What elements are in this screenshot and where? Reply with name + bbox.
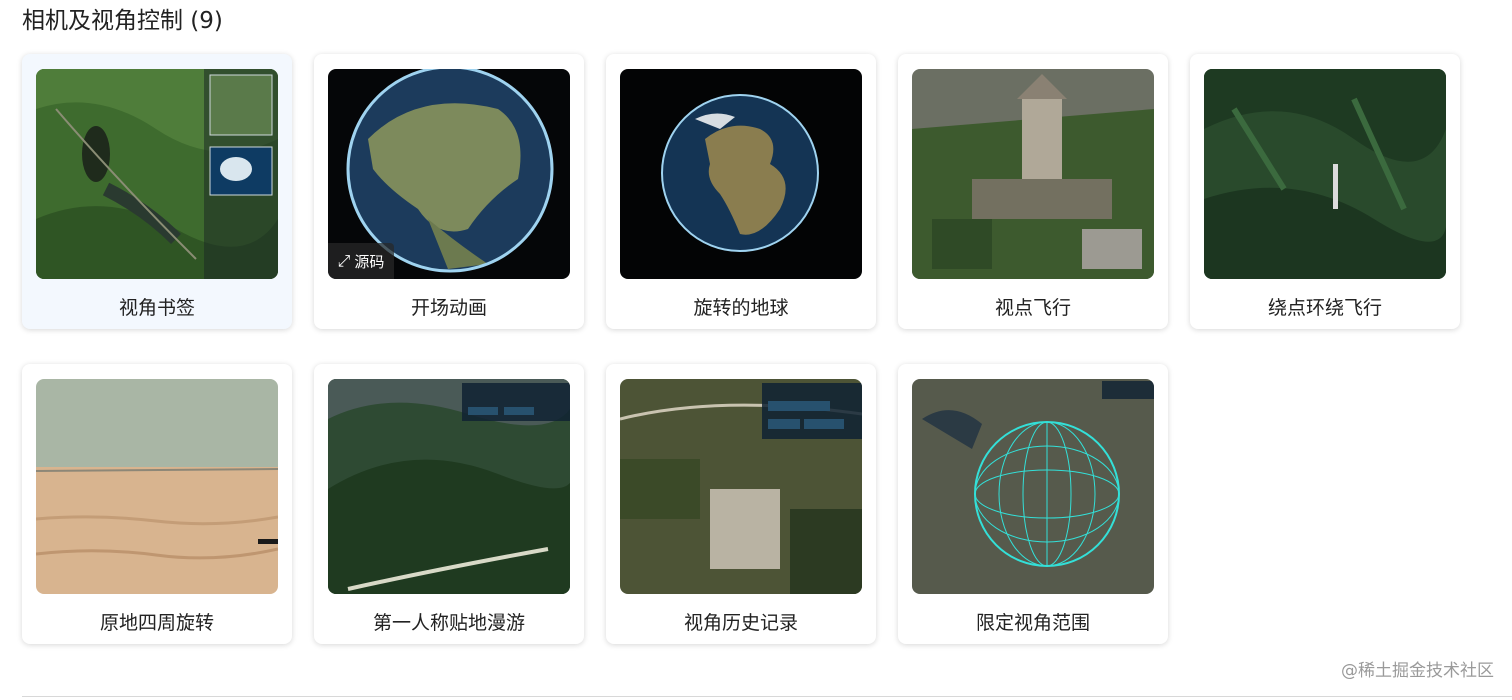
example-thumbnail-first-person-roam (328, 379, 570, 594)
example-label: 第一人称贴地漫游 (372, 612, 525, 634)
example-thumbnail-view-history (620, 379, 862, 594)
bottom-divider (22, 696, 1512, 697)
watermark: @稀土掘金技术社区 (1341, 661, 1494, 681)
example-card-in-place-rotation[interactable]: 原地四周旋转 (22, 364, 292, 644)
example-thumbnail-rotating-earth (620, 69, 862, 279)
example-label: 视角历史记录 (683, 612, 798, 634)
section-title: 相机及视角控制 (9) (22, 8, 223, 34)
example-label: 开场动画 (410, 297, 487, 319)
example-label: 原地四周旋转 (99, 612, 214, 634)
example-card-orbit-flight[interactable]: 绕点环绕飞行 (1190, 54, 1460, 329)
example-thumbnail-viewpoint-flight (912, 69, 1154, 279)
example-card-view-history[interactable]: 视角历史记录 (606, 364, 876, 644)
example-label: 视角书签 (118, 297, 195, 319)
example-label: 视点飞行 (994, 297, 1071, 319)
example-card-limit-view-range[interactable]: 限定视角范围 (898, 364, 1168, 644)
example-thumbnail-orbit-flight (1204, 69, 1446, 279)
example-thumbnail-view-bookmarks (36, 69, 278, 279)
expand-icon: ⤢ (337, 251, 351, 270)
example-card-view-bookmarks[interactable]: 视角书签 (22, 54, 292, 329)
example-card-viewpoint-flight[interactable]: 视点飞行 (898, 54, 1168, 329)
example-label: 旋转的地球 (693, 297, 789, 319)
example-card-opening-animation[interactable]: ⤢ 源码 开场动画 (314, 54, 584, 329)
example-card-rotating-earth[interactable]: 旋转的地球 (606, 54, 876, 329)
example-label: 限定视角范围 (975, 612, 1090, 634)
example-thumbnail-opening-animation: ⤢ 源码 (328, 69, 570, 279)
source-code-label: 源码 (354, 252, 385, 271)
example-thumbnail-in-place-rotation (36, 379, 278, 594)
example-thumbnail-limit-view-range (912, 379, 1154, 594)
example-label: 绕点环绕飞行 (1267, 297, 1382, 319)
example-card-first-person-roam[interactable]: 第一人称贴地漫游 (314, 364, 584, 644)
source-code-badge[interactable]: ⤢ 源码 (328, 243, 394, 279)
